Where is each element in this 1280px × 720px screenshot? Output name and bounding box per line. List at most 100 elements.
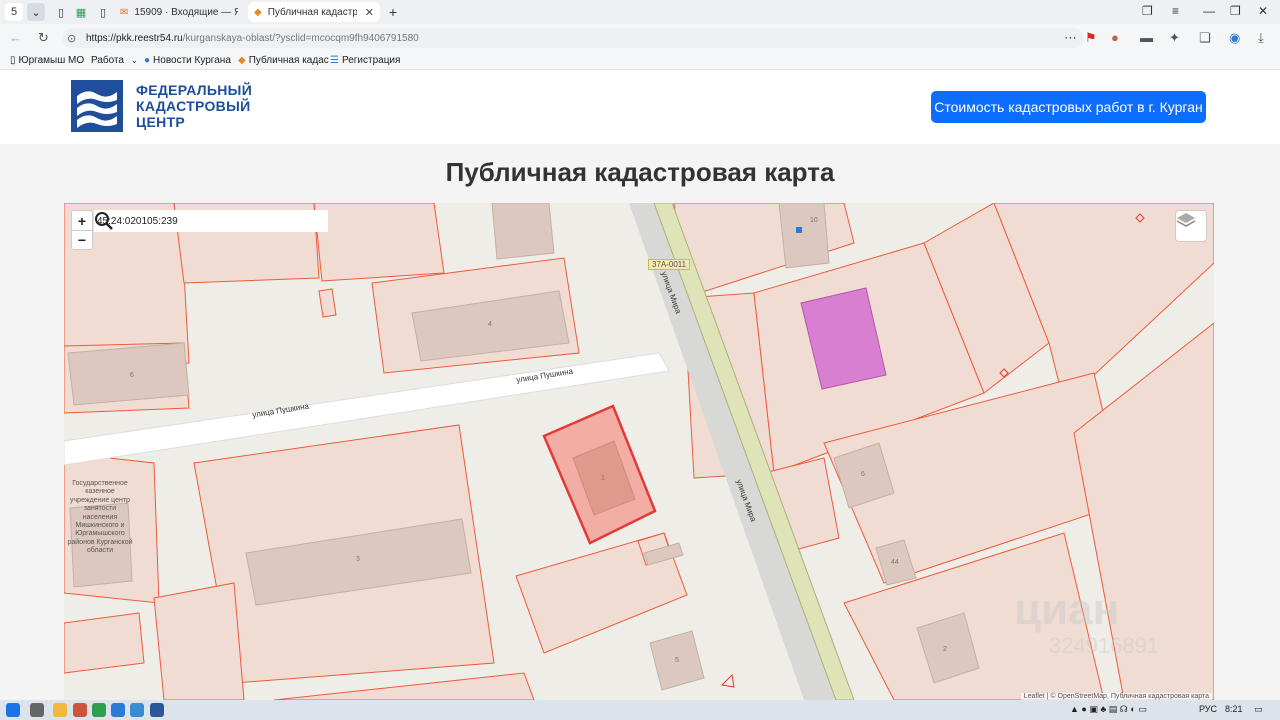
tabs-dropdown-icon[interactable]: ⌄ [27,3,45,21]
app-icon-2[interactable] [130,703,144,717]
bus-stop-icon [796,227,802,233]
bookmarks-panel-icon[interactable]: ❐ [1142,4,1153,18]
map-attribution[interactable]: Leaflet | © OpenStreetMap, Публичная кад… [1020,693,1212,700]
cadastral-tab-icon: ◆ [254,6,262,18]
minimize-icon[interactable]: — [1203,4,1215,18]
notifications-icon[interactable]: ▭ [1254,704,1263,715]
parcel [153,582,245,700]
apps-icon[interactable]: ▦ [74,3,88,21]
bookmarks-bar: ▯ Юргамыш МО Работа ⌄ ● Новости Кургана ◆ Пу… [0,52,1280,70]
tab-cadastral-label: Публичная кадастров [267,6,357,18]
explorer-icon[interactable] [53,703,67,717]
tray-icons[interactable]: ▲ ● ▣ ♣ ▤ ☊ ◐ ▭ [1070,704,1147,715]
building-number: 3 [356,556,360,563]
building [778,203,830,269]
clock[interactable]: 8:21 [1225,704,1243,714]
parcel [313,203,445,282]
bookmark-news[interactable]: ● Новости Кургана [144,55,231,66]
building-number: 6 [130,372,134,379]
tab-cadastral[interactable]: ◆ Публичная кадастров ✕ [248,2,380,22]
tab-mail[interactable]: ✉ 15909 · Входящие — Яндекс [114,2,244,22]
watermark: циан [1014,585,1120,634]
cadastral-cost-button[interactable]: Стоимость кадастровых работ в г. Курган [931,91,1206,123]
building-number: 6 [861,471,865,478]
security-icon[interactable] [92,703,106,717]
bookmark-cadastral[interactable]: ◆ Публичная кадас [238,55,329,66]
bookmark-label: Юргамыш МО [18,55,85,66]
tab-mail-label: 15909 · Входящие — Яндекс [134,6,238,18]
page-icon[interactable]: ▯ [54,3,68,21]
watermark-number: 324916891 [1049,633,1160,658]
bookmark-label: Публичная кадас [248,55,329,66]
url-host: https://pkk.reestr54.ru [86,33,183,44]
logo-text[interactable]: ФЕДЕРАЛЬНЫЙ КАДАСТРОВЫЙ ЦЕНТР [136,82,252,130]
site-info-icon[interactable]: ⊙ [67,32,76,45]
menu-icon[interactable]: ≡ [1172,4,1179,18]
logo-line-1: ФЕДЕРАЛЬНЫЙ [136,82,253,98]
building-number: 4 [488,321,492,328]
building-number: 10 [810,217,818,224]
gov-building-label: Государственное казенное учреждение цент… [67,480,133,555]
page-icon-2[interactable]: ▯ [96,3,110,21]
zoom-out-button[interactable]: − [72,230,92,249]
download-icon[interactable]: ⤓ [1258,30,1264,46]
small-marker-3 [720,673,735,688]
url-path: /kurganskaya-oblast/?ysclid=mcocqm9fh940… [182,33,419,44]
bookmark-label: Регистрация [341,55,401,66]
list-icon: ☰ [330,55,339,66]
reload-icon[interactable]: ↻ [38,30,49,46]
mail-icon: ✉ [120,6,129,18]
logo-line-3: ЦЕНТР [136,114,186,130]
bookmark-label: Новости Кургана [153,55,231,66]
bookmark-flag-icon[interactable]: ⚑ [1085,30,1097,46]
building-number: 44 [891,559,899,566]
os-taskbar: ▲ ● ▣ ♣ ▤ ☊ ◐ ▭ РУС 8:21 ▭ [0,700,1280,720]
cadastral-search [94,210,328,232]
cadastral-map[interactable]: 10 4 6 3 1 6 44 2 5 улица Пушкина улица … [64,203,1214,700]
bookmark-label: Работа [91,55,124,66]
back-icon[interactable]: ← [9,30,22,45]
layers-button[interactable] [1175,210,1207,242]
building-number: 5 [675,657,679,664]
start-icon[interactable] [6,703,20,717]
building [67,342,190,406]
parcel [64,612,145,674]
building-number: 1 [601,475,605,482]
page-icon: ▯ [10,55,16,66]
browser-icon[interactable] [111,703,125,717]
extensions-icon[interactable]: ✦ [1169,30,1180,46]
zoom-in-button[interactable]: + [72,211,92,230]
word-icon[interactable] [150,703,164,717]
cadastral-icon: ◆ [238,55,246,66]
tab-counter[interactable]: 5 [5,3,23,21]
close-window-icon[interactable]: ✕ [1258,4,1268,18]
chevron-down-icon: ⌄ [131,56,138,65]
browser-tabbar: 5 ⌄ ▯ ▦ ▯ ✉ 15909 · Входящие — Яндекс ◆ … [0,0,1280,24]
more-icon[interactable]: ⋯ [1064,30,1077,46]
collections-icon[interactable]: ❏ [1199,30,1211,46]
taskview-icon[interactable] [30,703,44,717]
close-tab-icon[interactable]: ✕ [365,6,374,19]
globe-icon: ● [144,55,151,66]
app-icon[interactable] [73,703,87,717]
page-title: Публичная кадастровая карта [445,157,835,187]
new-tab-icon[interactable]: + [386,3,400,21]
layers-icon [1176,213,1196,227]
search-icon[interactable] [94,211,114,231]
route-badge: 37А-0011 [648,259,691,270]
extension-icon-1[interactable]: ● [1111,30,1119,45]
language-indicator[interactable]: РУС [1199,704,1217,714]
parcel [318,288,337,318]
bookmark-work[interactable]: Работа ⌄ [91,55,138,66]
profile-icon[interactable]: ◉ [1229,30,1240,46]
zoom-control: + − [71,210,93,250]
building [491,203,555,260]
cadastral-number-input[interactable] [97,212,297,230]
extension-icon-2[interactable]: ▬ [1140,30,1153,45]
url-text[interactable]: https://pkk.reestr54.ru/kurganskaya-obla… [86,33,419,44]
building-number: 2 [943,646,947,653]
restore-icon[interactable]: ❐ [1230,4,1241,18]
bookmark-registration[interactable]: ☰ Регистрация [330,55,400,66]
bookmark-yurgamysh[interactable]: ▯ Юргамыш МО [10,55,84,66]
logo-icon[interactable] [71,80,123,132]
